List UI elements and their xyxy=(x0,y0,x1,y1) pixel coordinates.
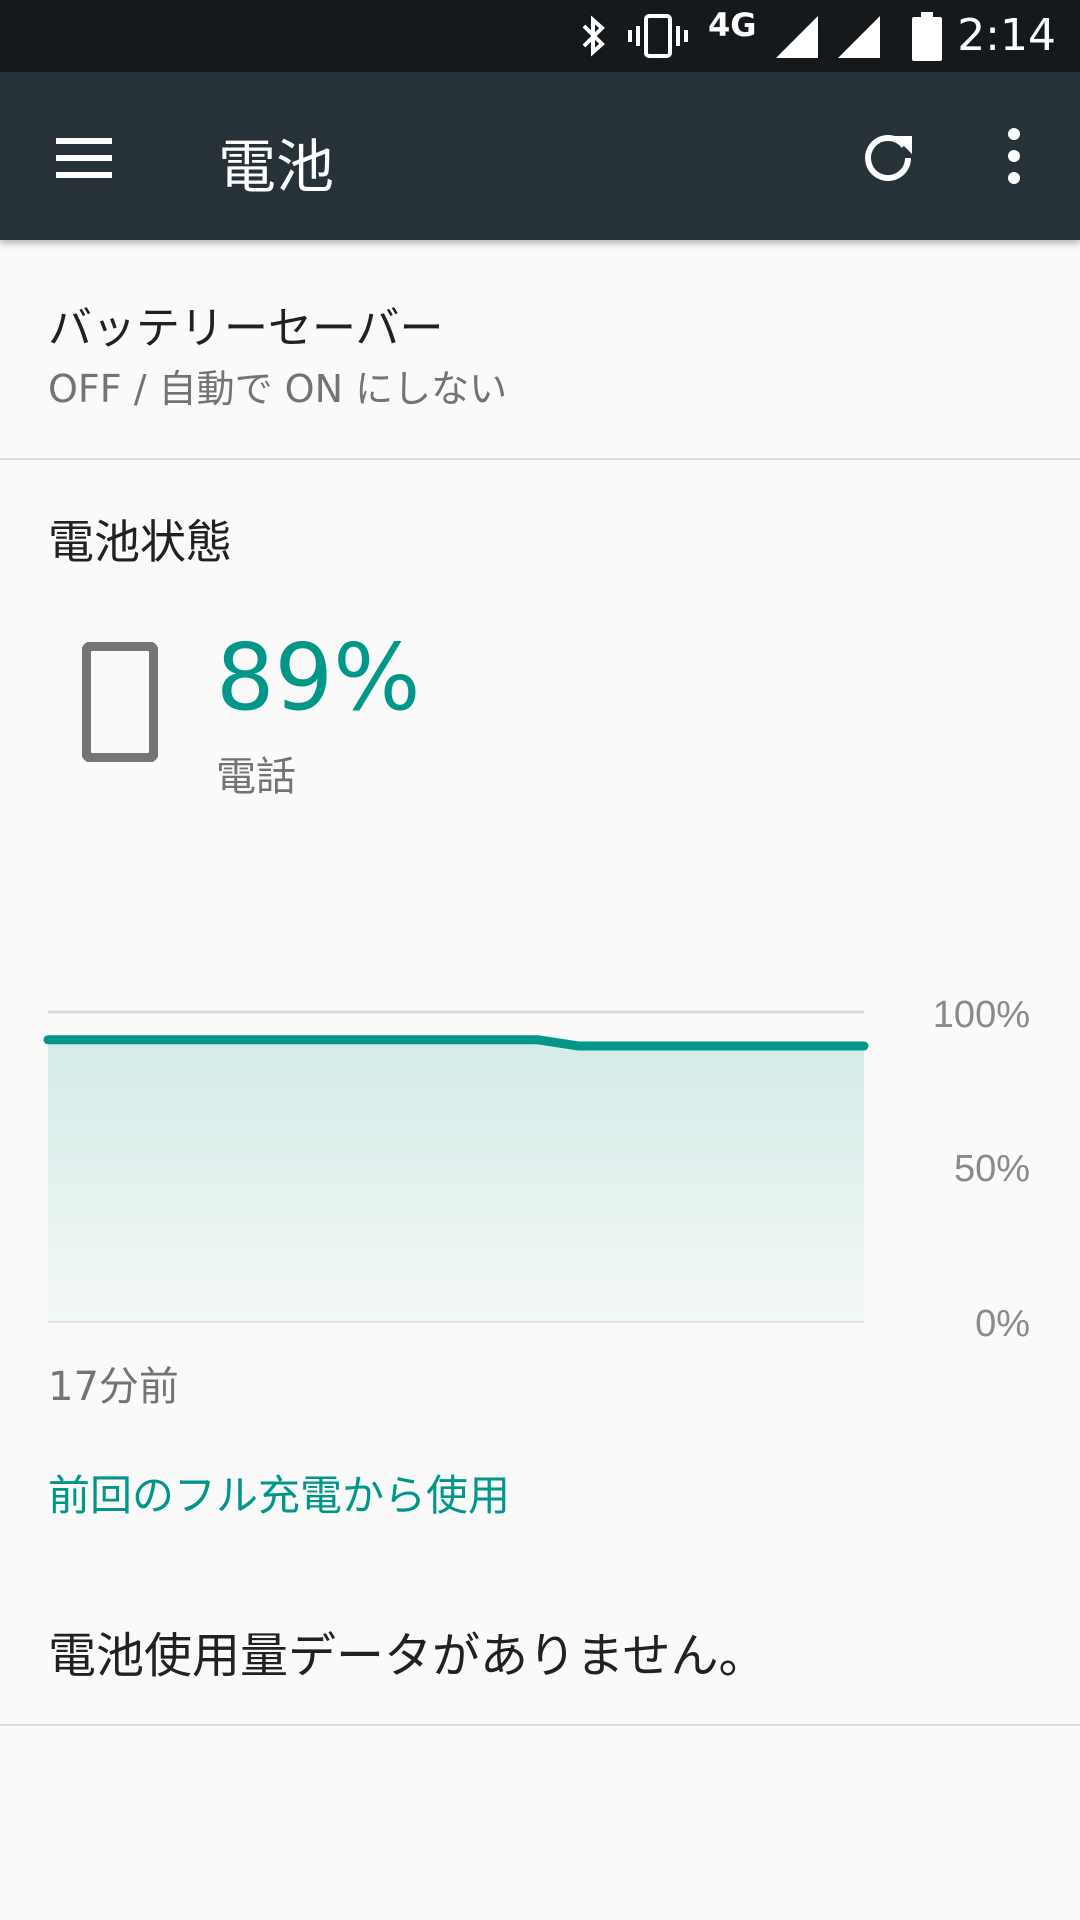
y-tick-label: 0% xyxy=(975,1303,1030,1340)
y-tick-label: 50% xyxy=(954,1148,1030,1190)
app-toolbar: 電池 xyxy=(0,72,1080,240)
no-usage-data-message: 電池使用量データがありません。 xyxy=(48,1628,767,1684)
device-label: 電話 xyxy=(216,754,296,800)
status-bar: 4G 2:14 xyxy=(0,0,1080,72)
battery-status-heading: 電池状態 xyxy=(48,515,232,569)
bluetooth-icon xyxy=(582,15,605,57)
y-tick-label: 100% xyxy=(933,994,1030,1036)
battery-saver-item[interactable]: バッテリーセーバー OFF / 自動で ON にしない xyxy=(0,240,1080,460)
menu-icon[interactable] xyxy=(56,136,112,180)
signal-icon xyxy=(776,16,818,58)
signal-icon xyxy=(838,16,880,58)
divider xyxy=(0,1724,1080,1726)
usage-since-full-charge-link[interactable]: 前回のフル充電から使用 xyxy=(48,1462,510,1523)
page-title: 電池 xyxy=(218,133,335,201)
more-vert-icon[interactable] xyxy=(1000,128,1028,184)
vibrate-icon xyxy=(628,14,688,58)
x-start-label: 17分前 xyxy=(48,1364,179,1410)
clock: 2:14 xyxy=(957,10,1056,61)
battery-percent: 89% xyxy=(216,624,421,731)
battery-saver-title: バッテリーセーバー xyxy=(48,303,444,354)
battery-history-chart: 100% 50% 0% xyxy=(43,994,1030,1340)
battery-icon xyxy=(912,12,942,61)
battery-saver-summary: OFF / 自動で ON にしない xyxy=(48,367,508,411)
network-type-label: 4G xyxy=(708,6,757,44)
phone-icon xyxy=(82,642,158,762)
battery-area xyxy=(48,1039,864,1321)
refresh-icon[interactable] xyxy=(860,128,916,184)
